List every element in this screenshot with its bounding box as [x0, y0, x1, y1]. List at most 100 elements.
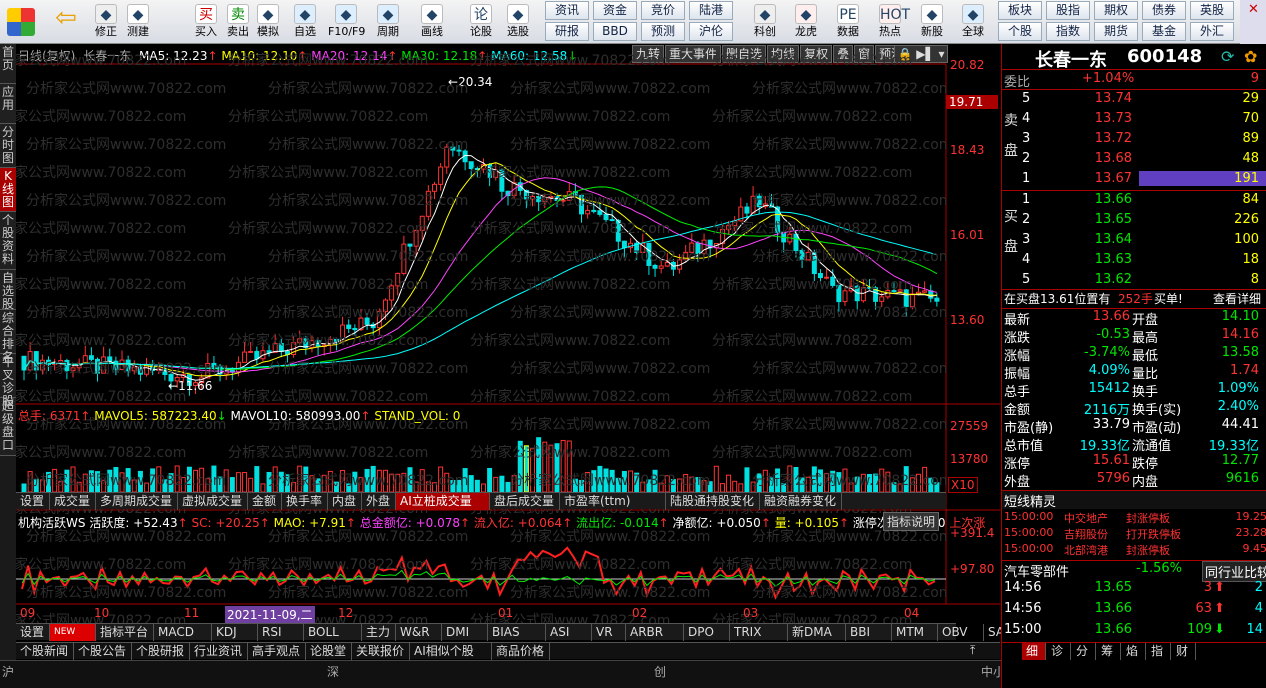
toolbar-discuss[interactable]: 论论股	[463, 0, 499, 44]
toolbar-star-board[interactable]: ◆ 科创	[747, 0, 783, 44]
volTabs-tab-6[interactable]: 内盘	[328, 493, 362, 510]
indTabs-tab-14[interactable]: DPO	[684, 624, 730, 641]
btn-yinggu[interactable]: 英股	[1190, 1, 1234, 20]
status-cy[interactable]: 创	[654, 663, 666, 680]
bottomTabs-tab-5[interactable]: 论股堂	[306, 643, 352, 660]
sell-level-5[interactable]: 5 13.74 29	[1002, 91, 1266, 110]
indTabs-tab-15[interactable]: TRIX	[730, 624, 788, 641]
indTabs-tab-0[interactable]: 设置	[16, 624, 50, 641]
btn-qiquan[interactable]: 期权	[1094, 1, 1138, 20]
volTabs-tab-1[interactable]: 成交量	[50, 493, 96, 510]
sidebar-item-5[interactable]: 自选股	[0, 270, 16, 311]
btn-gegu[interactable]: 个股	[998, 22, 1042, 41]
back-button[interactable]: ⇦	[46, 0, 86, 44]
sidebar-item-6[interactable]: 综合排名	[0, 310, 16, 364]
volTabs-tab-3[interactable]: 虚拟成交量	[178, 493, 248, 510]
quote-tab-1[interactable]: 诊	[1047, 643, 1071, 660]
indTabs-tab-4[interactable]: KDJ	[212, 624, 258, 641]
toolbar-buy[interactable]: 买买入	[188, 0, 224, 44]
indTabs-tab-6[interactable]: BOLL	[304, 624, 362, 641]
indTabs-tab-16[interactable]: 新DMA	[788, 624, 846, 641]
bottomTabs-tab-1[interactable]: 个股公告	[74, 643, 132, 660]
indTabs-tab-9[interactable]: DMI	[442, 624, 488, 641]
quote-tab-4[interactable]: 焰	[1122, 643, 1146, 660]
bottomTabs-tab-7[interactable]: AI相似个股	[410, 643, 492, 660]
btn-bbd[interactable]: BBD	[593, 22, 637, 41]
buy-level-1[interactable]: 1 13.66 84	[1002, 192, 1266, 211]
btn-zhaiquan[interactable]: 债券	[1142, 1, 1186, 20]
detail-link[interactable]: 查看详细	[1213, 290, 1261, 307]
toolbar-pen[interactable]: ◆ 画线	[414, 0, 450, 44]
sell-level-4[interactable]: 4 13.73 70	[1002, 111, 1266, 130]
brief-item[interactable]: 15:00:00 吉翔股份 打开跌停板 23.28	[1002, 526, 1266, 542]
volTabs-tab-7[interactable]: 外盘	[362, 493, 396, 510]
toolbar-select[interactable]: ◆ 选股	[500, 0, 536, 44]
buy-level-2[interactable]: 2 13.65 226	[1002, 212, 1266, 231]
toolbar-period[interactable]: ◆ 周期	[370, 0, 406, 44]
btn-zijin[interactable]: 资金	[593, 1, 637, 20]
indTabs-tab-11[interactable]: ASI	[546, 624, 592, 641]
volTabs-tab-10[interactable]: 市盈率(ttm)	[560, 493, 666, 510]
buy-level-4[interactable]: 4 13.63 18	[1002, 252, 1266, 271]
volTabs-tab-2[interactable]: 多周期成交量	[96, 493, 178, 510]
chart-btn-2[interactable]: 删自选	[722, 45, 767, 63]
toolbar-new-stock[interactable]: ◆ 新股	[914, 0, 950, 44]
palette-icon[interactable]: ✿	[1244, 47, 1257, 66]
indTabs-tab-1[interactable]: NEW	[50, 624, 96, 641]
btn-hulun[interactable]: 沪伦	[689, 22, 733, 41]
indTabs-tab-2[interactable]: 指标平台	[96, 624, 154, 641]
indTabs-tab-17[interactable]: BBI	[846, 624, 892, 641]
expand-up-icon[interactable]: ⤒	[970, 643, 975, 658]
toolbar-f10[interactable]: ◆ F10/F9	[328, 0, 365, 44]
indTabs-tab-10[interactable]: BIAS	[488, 624, 546, 641]
toolbar-close[interactable]: ✕	[1240, 0, 1266, 44]
quote-tab-3[interactable]: 筹	[1097, 643, 1121, 660]
settings-icon[interactable]: ⟳	[1221, 47, 1234, 66]
chart-lock-controls[interactable]: 🔒 ▶▌ ▾	[894, 45, 948, 63]
volTabs-tab-12[interactable]: 融资融券变化	[760, 493, 842, 510]
btn-jingjia[interactable]: 竞价	[641, 1, 685, 20]
brief-item[interactable]: 15:00:00 北部湾港 封涨停板 9.45	[1002, 542, 1266, 558]
indTabs-tab-18[interactable]: MTM	[892, 624, 938, 641]
kline-chart-svg[interactable]	[16, 44, 1000, 644]
bottomTabs-tab-2[interactable]: 个股研报	[132, 643, 190, 660]
bottomTabs-tab-4[interactable]: 高手观点	[248, 643, 306, 660]
btn-zhishu[interactable]: 指数	[1046, 22, 1090, 41]
quote-tab-5[interactable]: 指	[1147, 643, 1171, 660]
btn-zixun[interactable]: 资讯	[545, 1, 589, 20]
volTabs-tab-9[interactable]: 盘后成交量	[490, 493, 560, 510]
status-sz[interactable]: 深	[327, 663, 339, 680]
chart-btn-5[interactable]: 叠	[833, 45, 854, 63]
btn-qihuo[interactable]: 期货	[1094, 22, 1138, 41]
sell-level-3[interactable]: 3 13.72 89	[1002, 131, 1266, 150]
indTabs-tab-7[interactable]: 主力	[362, 624, 396, 641]
toolbar-hammer[interactable]: ◆ 模拟	[250, 0, 286, 44]
toolbar-dragon[interactable]: ◆ 龙虎	[788, 0, 824, 44]
sidebar-item-4[interactable]: 个股资料	[0, 212, 16, 270]
indicator-help-button[interactable]: 指标说明	[883, 512, 940, 531]
volTabs-tab-11[interactable]: 陆股通持股变化	[666, 493, 760, 510]
buy-level-3[interactable]: 3 13.64 100	[1002, 232, 1266, 251]
indTabs-tab-13[interactable]: ARBR	[626, 624, 684, 641]
brief-item[interactable]: 15:00:00 中交地产 封涨停板 19.25	[1002, 510, 1266, 526]
sidebar-item-8[interactable]: 超级盘口	[0, 398, 16, 456]
indTabs-tab-19[interactable]: OBV	[938, 624, 984, 641]
toolbar-up-down[interactable]: ◆ 修正	[88, 0, 124, 44]
btn-guzhi[interactable]: 股指	[1046, 1, 1090, 20]
btn-waihui[interactable]: 外汇	[1190, 22, 1234, 41]
toolbar-clock[interactable]: ◆ 测建	[120, 0, 156, 44]
volTabs-tab-4[interactable]: 金额	[248, 493, 282, 510]
btn-yanbao[interactable]: 研报	[545, 22, 589, 41]
sidebar-item-1[interactable]: 应用	[0, 84, 16, 124]
sidebar-item-0[interactable]: 首页	[0, 44, 16, 84]
sidebar-item-2[interactable]: 分时图	[0, 124, 16, 168]
quote-tab-2[interactable]: 分	[1072, 643, 1096, 660]
sidebar-item-7[interactable]: 牛叉诊股	[0, 354, 16, 408]
indTabs-tab-3[interactable]: MACD	[154, 624, 212, 641]
chart-btn-0[interactable]: 九转	[632, 45, 665, 63]
chart-btn-6[interactable]: 窗	[854, 45, 875, 63]
bottomTabs-tab-3[interactable]: 行业资讯	[190, 643, 248, 660]
toolbar-data[interactable]: PE 数据	[830, 0, 866, 44]
bottomTabs-tab-6[interactable]: 关联报价	[352, 643, 410, 660]
chart-btn-4[interactable]: 复权	[800, 45, 833, 63]
